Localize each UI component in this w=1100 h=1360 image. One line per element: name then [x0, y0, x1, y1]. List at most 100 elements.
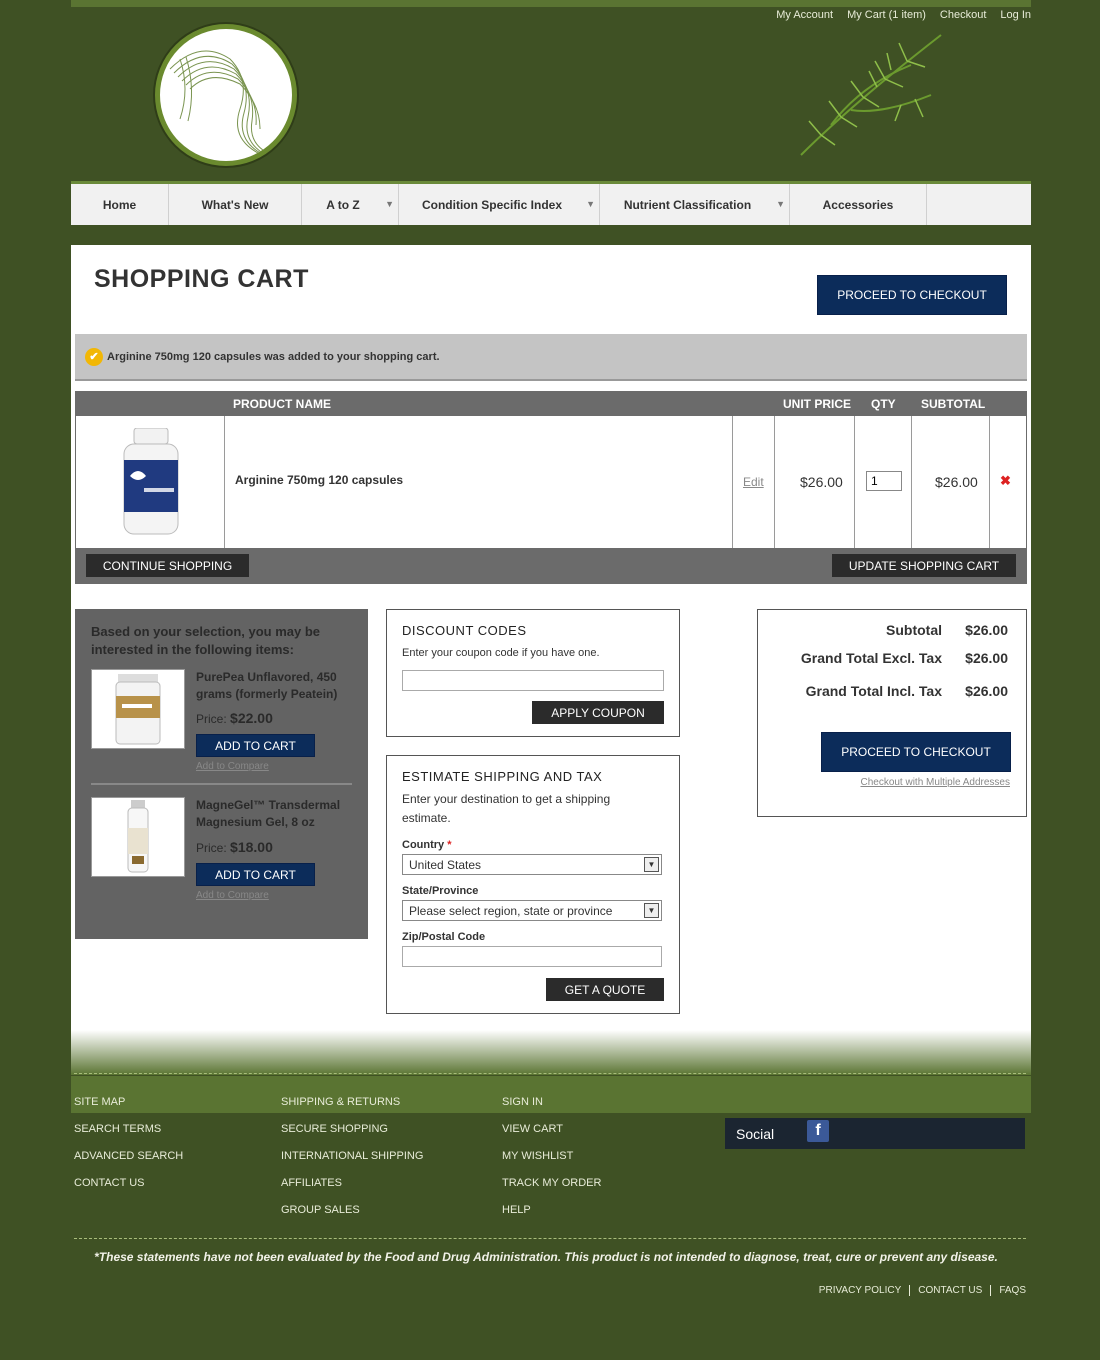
update-cart-button[interactable]: UPDATE SHOPPING CART — [832, 554, 1016, 577]
cart-table-header: PRODUCT NAME UNIT PRICE QTY SUBTOTAL — [75, 391, 1027, 416]
site-logo[interactable] — [155, 24, 297, 166]
my-account-link[interactable]: My Account — [776, 9, 833, 21]
product-thumbnail[interactable] — [122, 427, 180, 536]
login-link[interactable]: Log In — [1000, 9, 1031, 21]
related-product-image[interactable] — [91, 797, 185, 877]
add-to-cart-button[interactable]: ADD TO CART — [196, 863, 315, 886]
totals-value: $26.00 — [965, 683, 1008, 699]
country-select-value: United States — [409, 858, 482, 872]
chevron-down-icon: ▼ — [385, 199, 394, 209]
footer-link[interactable]: SEARCH TERMS — [74, 1123, 161, 1135]
remove-x-icon[interactable]: ✖ — [1000, 473, 1011, 489]
zip-label: Zip/Postal Code — [402, 931, 486, 943]
nav-a-to-z-label: A to Z — [326, 197, 360, 212]
header-product-name: PRODUCT NAME — [233, 397, 331, 411]
dropdown-arrow-icon: ▼ — [644, 903, 659, 918]
cell-divider — [854, 416, 855, 548]
chevron-down-icon: ▼ — [776, 199, 785, 209]
footer-link[interactable]: SECURE SHOPPING — [281, 1123, 388, 1135]
nav-condition-index[interactable]: Condition Specific Index ▼ — [399, 184, 600, 225]
content-fade — [71, 1030, 1031, 1075]
nav-whats-new[interactable]: What's New — [169, 184, 302, 225]
cart-item-row: Arginine 750mg 120 capsules Edit $26.00 … — [76, 416, 1026, 548]
totals-label: Grand Total Incl. Tax — [805, 683, 942, 699]
shipping-title: ESTIMATE SHIPPING AND TAX — [402, 769, 603, 784]
footer-link[interactable]: SITE MAP — [74, 1096, 125, 1108]
add-to-compare-link[interactable]: Add to Compare — [196, 890, 269, 901]
country-select[interactable]: United States ▼ — [402, 854, 662, 875]
footer-link[interactable]: GROUP SALES — [281, 1204, 360, 1216]
multi-address-checkout-link[interactable]: Checkout with Multiple Addresses — [860, 777, 1010, 788]
faqs-link[interactable]: FAQS — [991, 1285, 1026, 1296]
main-nav: Home What's New A to Z ▼ Condition Specif… — [71, 184, 1031, 225]
nav-accessories-label: Accessories — [822, 197, 894, 212]
proceed-to-checkout-button-top[interactable]: PROCEED TO CHECKOUT — [817, 275, 1007, 315]
region-select-value: Please select region, state or province — [409, 904, 613, 918]
social-label: Social — [736, 1126, 775, 1142]
footer-link[interactable]: MY WISHLIST — [502, 1150, 573, 1162]
privacy-policy-link[interactable]: PRIVACY POLICY — [811, 1285, 911, 1296]
totals-row-subtotal: Subtotal $26.00 — [886, 622, 1008, 638]
add-to-cart-button[interactable]: ADD TO CART — [196, 734, 315, 757]
footer-link[interactable]: SHIPPING & RETURNS — [281, 1096, 400, 1108]
footer-divider — [74, 1073, 1026, 1074]
footer-link[interactable]: TRACK MY ORDER — [502, 1177, 601, 1189]
cell-divider — [224, 416, 225, 548]
site-header: My Account My Cart (1 item) Checkout Log… — [71, 7, 1031, 182]
nav-nutrient-label: Nutrient Classification — [623, 197, 752, 212]
header-qty: QTY — [871, 397, 896, 411]
price-label: Price: — [196, 841, 227, 855]
coupon-code-input[interactable] — [402, 670, 664, 691]
contact-us-link[interactable]: CONTACT US — [910, 1285, 992, 1296]
cart-item-subtotal: $26.00 — [935, 474, 978, 490]
zip-code-input[interactable] — [402, 946, 662, 967]
footer-link[interactable]: VIEW CART — [502, 1123, 563, 1135]
footer-link[interactable]: INTERNATIONAL SHIPPING — [281, 1150, 423, 1162]
totals-value: $26.00 — [965, 622, 1008, 638]
nav-nutrient-classification[interactable]: Nutrient Classification ▼ — [600, 184, 790, 225]
continue-shopping-button[interactable]: CONTINUE SHOPPING — [86, 554, 249, 577]
cart-totals-box: Subtotal $26.00 Grand Total Excl. Tax $26.… — [757, 609, 1027, 817]
cart-item-name[interactable]: Arginine 750mg 120 capsules — [235, 473, 403, 487]
cell-divider — [911, 416, 912, 548]
discount-title: DISCOUNT CODES — [402, 623, 527, 638]
proceed-to-checkout-button[interactable]: PROCEED TO CHECKOUT — [821, 732, 1011, 772]
chevron-down-icon: ▼ — [586, 199, 595, 209]
edit-item-link[interactable]: Edit — [743, 475, 764, 489]
checkout-link[interactable]: Checkout — [940, 9, 986, 21]
get-a-quote-button[interactable]: GET A QUOTE — [546, 978, 664, 1001]
nav-a-to-z[interactable]: A to Z ▼ — [302, 184, 399, 225]
dropdown-arrow-icon: ▼ — [644, 857, 659, 872]
discount-hint: Enter your coupon code if you have one. — [402, 647, 600, 659]
add-to-compare-link[interactable]: Add to Compare — [196, 761, 269, 772]
checkmark-icon: ✔ — [85, 347, 103, 366]
footer-divider — [74, 1238, 1026, 1239]
related-product-price: Price: $22.00 — [196, 710, 273, 726]
related-product-name[interactable]: PurePea Unflavored, 450 grams (formerly … — [196, 669, 356, 703]
quantity-input[interactable] — [866, 471, 902, 491]
my-cart-link[interactable]: My Cart (1 item) — [847, 9, 926, 21]
facebook-icon[interactable]: f — [807, 1120, 829, 1142]
totals-value: $26.00 — [965, 650, 1008, 666]
footer-link[interactable]: AFFILIATES — [281, 1177, 342, 1189]
footer-link[interactable]: SIGN IN — [502, 1096, 543, 1108]
apply-coupon-button[interactable]: APPLY COUPON — [532, 701, 664, 724]
region-label: State/Province — [402, 885, 479, 897]
nav-whats-new-label: What's New — [201, 197, 269, 212]
related-product-image[interactable] — [91, 669, 185, 749]
footer-band — [71, 1076, 1031, 1113]
related-product-name[interactable]: MagneGel™ Transdermal Magnesium Gel, 8 o… — [196, 797, 356, 831]
region-select[interactable]: Please select region, state or province … — [402, 900, 662, 921]
footer-link[interactable]: CONTACT US — [74, 1177, 145, 1189]
nav-home-label: Home — [102, 197, 137, 212]
nav-home[interactable]: Home — [71, 184, 169, 225]
price-value: $22.00 — [230, 710, 273, 726]
nav-accessories[interactable]: Accessories — [790, 184, 927, 225]
footer-link[interactable]: ADVANCED SEARCH — [74, 1150, 183, 1162]
footer-link[interactable]: HELP — [502, 1204, 531, 1216]
crosssell-separator — [91, 783, 352, 785]
shipping-hint-line1: Enter your destination to get a shipping — [402, 792, 611, 806]
cell-divider — [732, 416, 733, 548]
totals-row-incl-tax: Grand Total Incl. Tax $26.00 — [806, 683, 1008, 699]
social-bar: Social f — [725, 1118, 1025, 1149]
